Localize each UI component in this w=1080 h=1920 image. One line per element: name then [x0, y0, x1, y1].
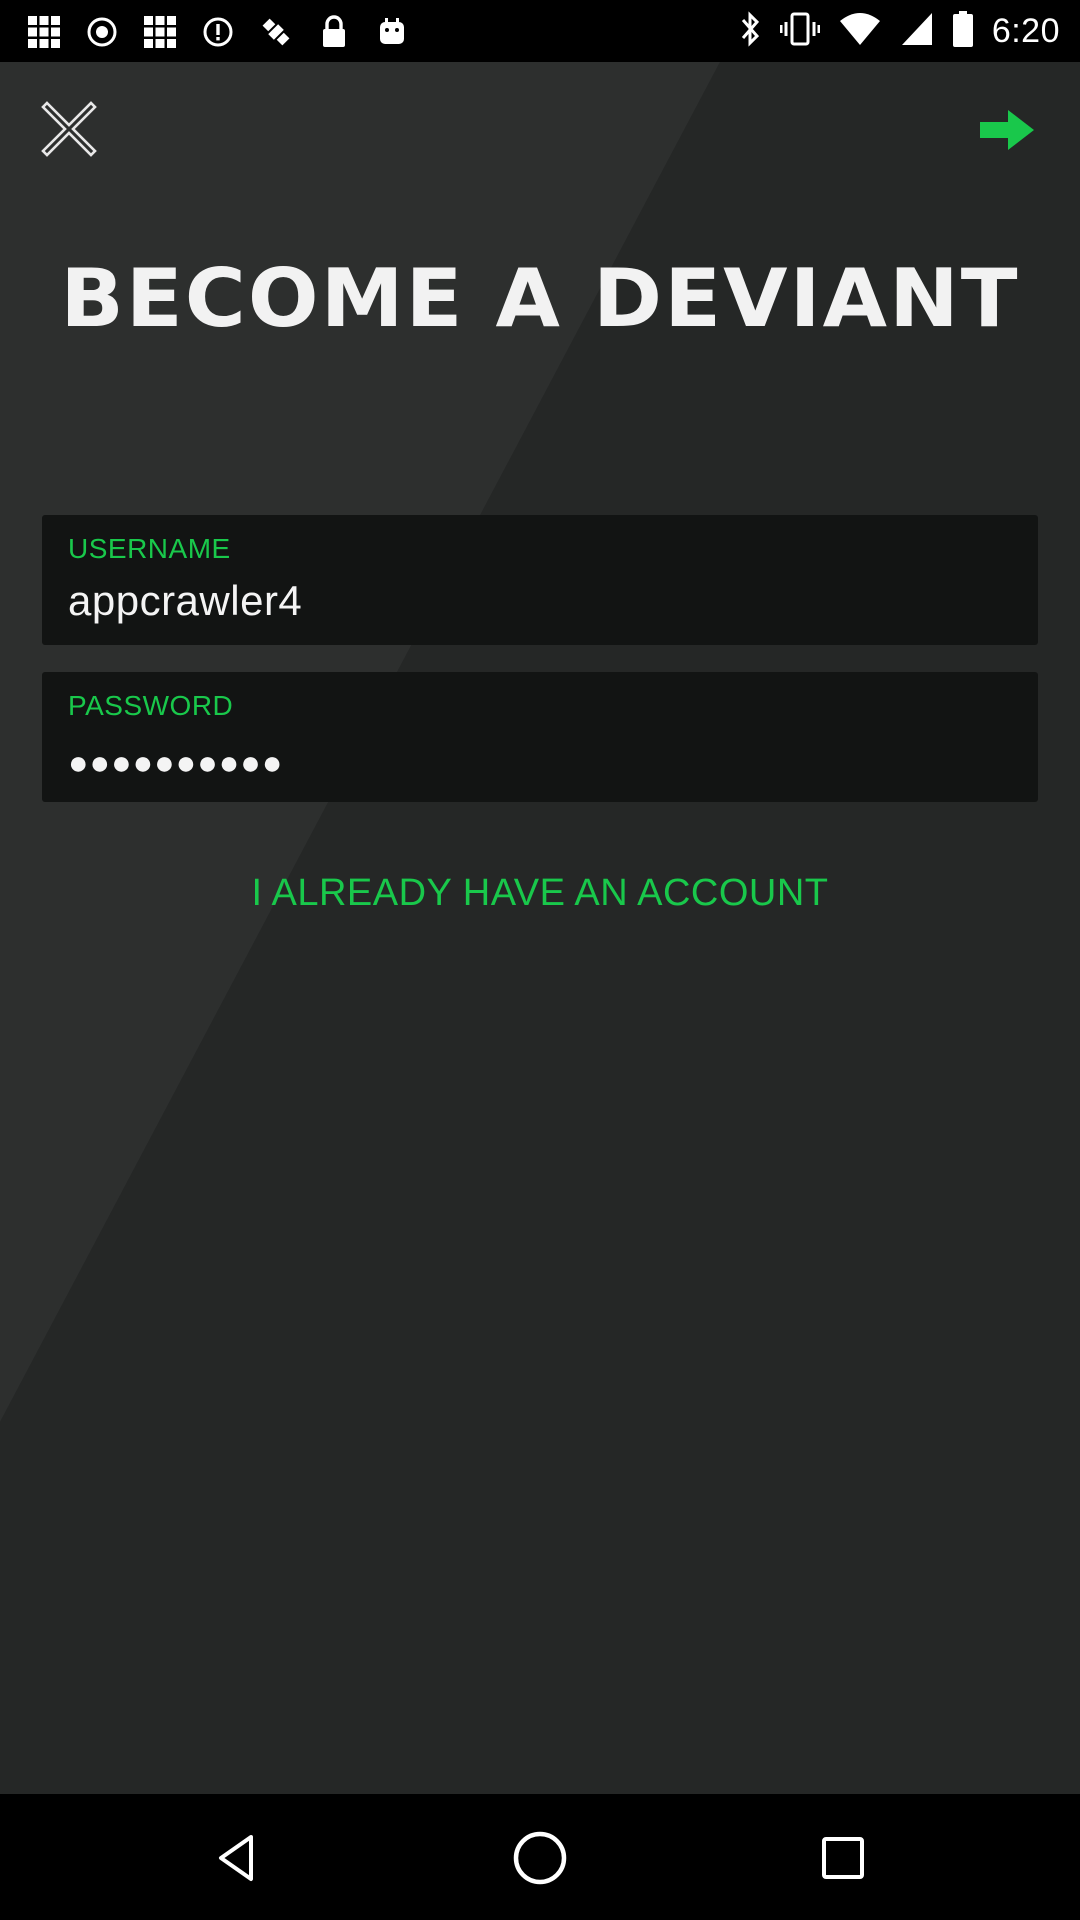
- lock-icon: [316, 14, 352, 50]
- recents-button[interactable]: [801, 1816, 885, 1900]
- home-circle-icon: [513, 1831, 567, 1885]
- signal-icon: [900, 11, 934, 52]
- already-have-account-link[interactable]: I ALREADY HAVE AN ACCOUNT: [0, 872, 1080, 915]
- wifi-icon: [838, 11, 882, 52]
- signup-screen: 6:20 BECOME A DEVIANT USERNAME appcrawle…: [0, 0, 1080, 1920]
- signup-content: BECOME A DEVIANT USERNAME appcrawler4 PA…: [0, 62, 1080, 1794]
- back-button[interactable]: [196, 1816, 280, 1900]
- status-system: 6:20: [738, 10, 1060, 53]
- close-icon: [41, 101, 97, 157]
- android-icon: [374, 14, 410, 50]
- recents-square-icon: [822, 1837, 864, 1879]
- satellite-icon: [258, 14, 294, 50]
- arrow-right-icon: [980, 110, 1034, 150]
- status-time: 6:20: [991, 12, 1060, 50]
- close-button[interactable]: [38, 98, 100, 160]
- record-icon: [84, 14, 120, 50]
- password-label: PASSWORD: [68, 690, 234, 721]
- password-input[interactable]: ●●●●●●●●●●: [68, 744, 283, 783]
- grid-icon: [26, 14, 62, 50]
- grid-icon: [142, 14, 178, 50]
- vibrate-icon: [779, 10, 821, 53]
- password-field[interactable]: PASSWORD ●●●●●●●●●●: [42, 672, 1038, 802]
- bluetooth-icon: [738, 10, 762, 53]
- status-bar: 6:20: [0, 0, 1080, 62]
- alert-icon: [200, 14, 236, 50]
- username-field[interactable]: USERNAME appcrawler4: [42, 515, 1038, 645]
- back-triangle-icon: [219, 1835, 253, 1881]
- page-title: BECOME A DEVIANT: [60, 252, 1020, 345]
- home-button[interactable]: [498, 1816, 582, 1900]
- status-notifications: [26, 14, 410, 50]
- username-input[interactable]: appcrawler4: [68, 577, 302, 625]
- next-button[interactable]: [976, 102, 1038, 158]
- navigation-bar: [0, 1794, 1080, 1920]
- battery-icon: [952, 10, 974, 53]
- username-label: USERNAME: [68, 533, 231, 564]
